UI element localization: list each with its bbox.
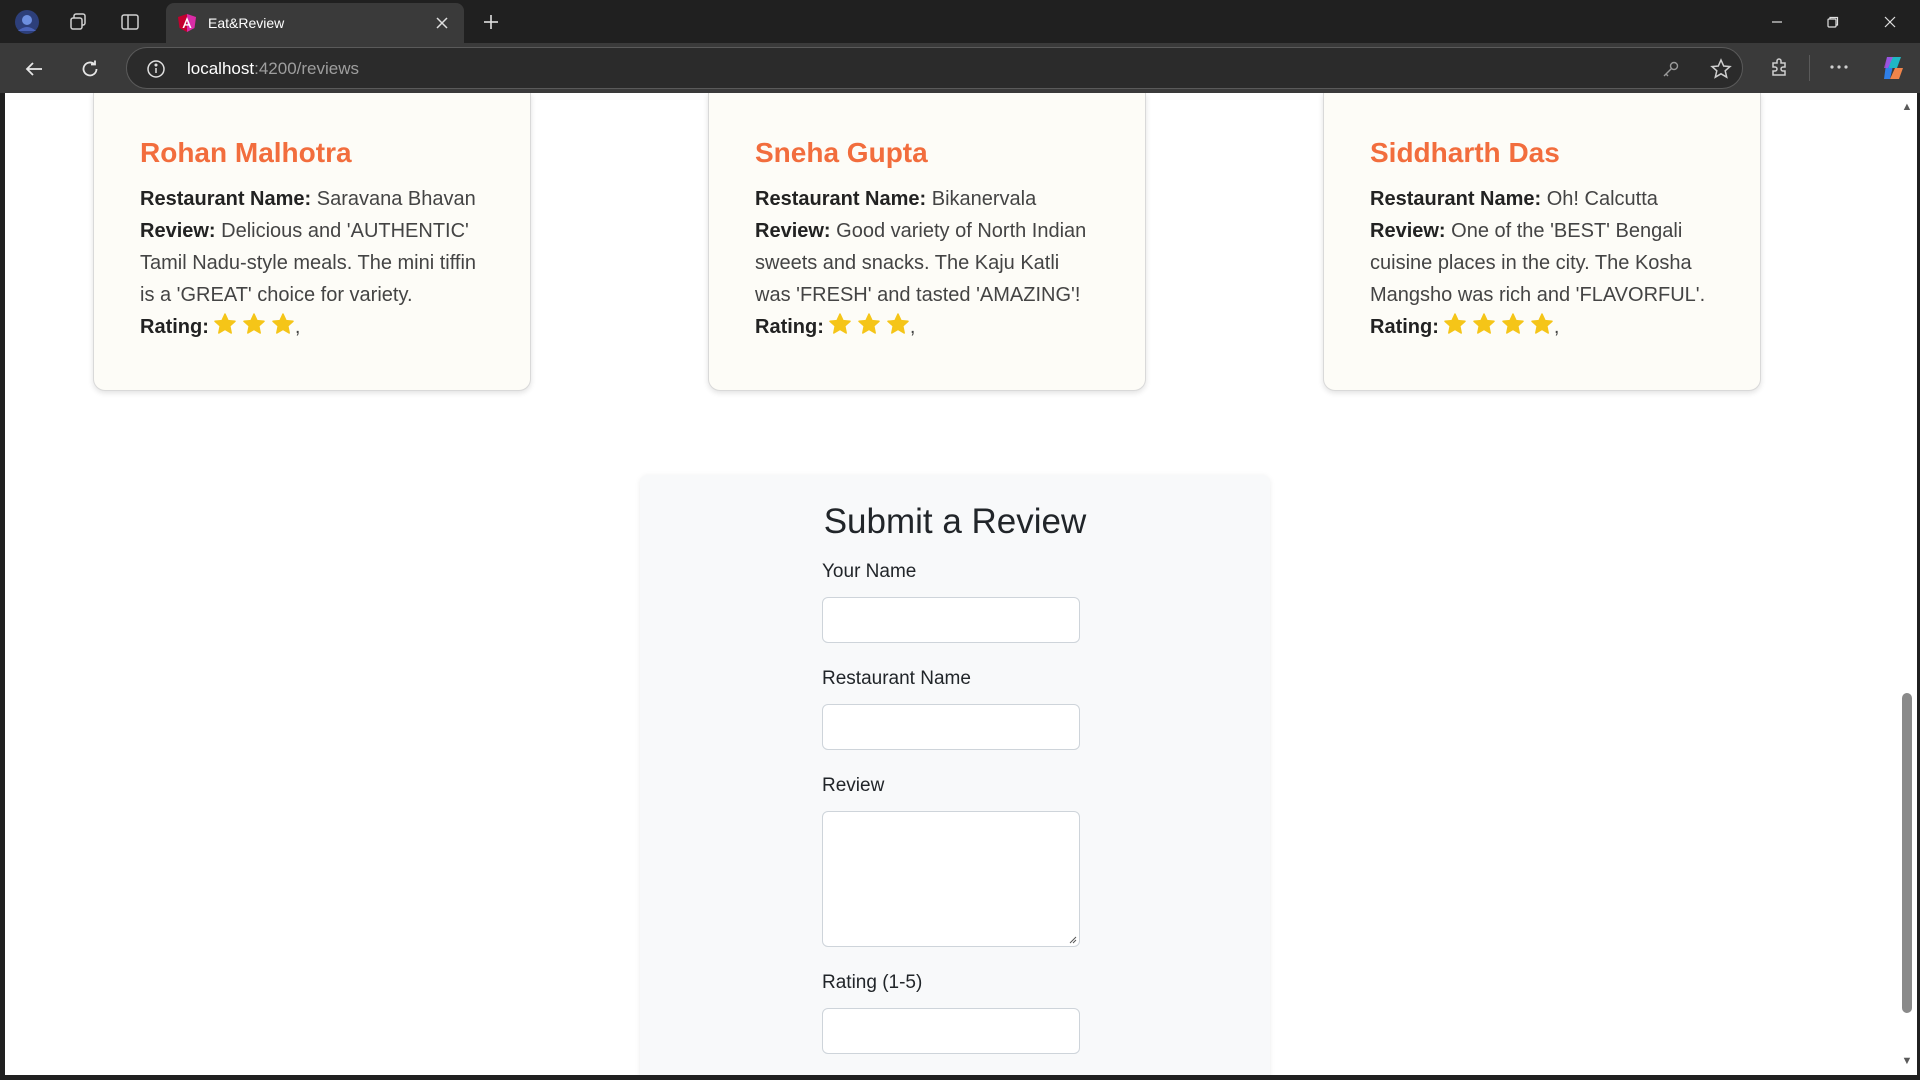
- star-icon: [1473, 313, 1495, 334]
- resize-handle-icon[interactable]: [1067, 934, 1077, 944]
- name-label: Your Name: [822, 561, 917, 582]
- page-viewport: Rohan Malhotra Restaurant Name: Saravana…: [5, 93, 1897, 1075]
- restaurant-value: Saravana Bhavan: [316, 188, 476, 210]
- review-label: Review: [822, 775, 885, 796]
- review-textarea[interactable]: [822, 811, 1080, 947]
- copilot-icon[interactable]: [1879, 54, 1907, 82]
- restaurant-label: Restaurant Name:: [140, 188, 312, 210]
- url-path: :4200/reviews: [254, 59, 359, 78]
- tab-eat-review[interactable]: Eat&Review: [166, 3, 464, 43]
- rating-label: Rating:: [1370, 316, 1439, 338]
- review-label: Review:: [140, 220, 216, 242]
- rating-stars: [213, 312, 295, 336]
- profile-avatar-icon[interactable]: [14, 9, 40, 35]
- reload-icon[interactable]: [74, 53, 106, 85]
- back-arrow-icon[interactable]: [18, 53, 50, 85]
- reviewer-name: Rohan Malhotra: [140, 137, 352, 168]
- rating-line: Rating:,: [755, 311, 1099, 343]
- star-icon: [829, 313, 851, 334]
- restaurant-line: Restaurant Name: Bikanervala: [755, 183, 1099, 215]
- close-tab-icon[interactable]: [432, 13, 452, 33]
- review-line: Review: Delicious and 'AUTHENTIC' Tamil …: [140, 215, 484, 311]
- rating-stars: [828, 312, 910, 336]
- vertical-tabs-icon[interactable]: [117, 9, 143, 35]
- review-line: Review: Good variety of North Indian swe…: [755, 215, 1099, 311]
- extensions-icon[interactable]: [1767, 55, 1791, 79]
- scroll-down-icon[interactable]: ▼: [1901, 1055, 1913, 1067]
- toolbar-separator: [1809, 55, 1810, 81]
- rating-label: Rating (1-5): [822, 972, 923, 993]
- name-input[interactable]: [822, 597, 1080, 643]
- angular-favicon-icon: [176, 12, 198, 34]
- star-icon: [858, 313, 880, 334]
- reviewer-name: Siddharth Das: [1370, 137, 1560, 168]
- rating-label: Rating:: [140, 316, 209, 338]
- star-icon: [1531, 313, 1553, 334]
- restaurant-name-input[interactable]: [822, 704, 1080, 750]
- browser-titlebar: Eat&Review: [0, 0, 1920, 43]
- rating-suffix: ,: [294, 316, 301, 338]
- rating-line: Rating:,: [140, 311, 484, 343]
- review-card: Siddharth Das Restaurant Name: Oh! Calcu…: [1323, 93, 1761, 391]
- review-label: Review:: [1370, 220, 1446, 242]
- rating-suffix: ,: [1553, 316, 1560, 338]
- restaurant-label: Restaurant Name:: [755, 188, 927, 210]
- password-key-icon[interactable]: [1659, 57, 1683, 81]
- restore-icon[interactable]: [1805, 0, 1861, 43]
- new-tab-icon[interactable]: [478, 9, 504, 35]
- rating-stars: [1443, 312, 1554, 336]
- tab-title: Eat&Review: [208, 15, 285, 31]
- star-icon: [887, 313, 909, 334]
- review-form: Submit a Review Your Name Restaurant Nam…: [640, 475, 1270, 1075]
- review-line: Review: One of the 'BEST' Bengali cuisin…: [1370, 215, 1714, 311]
- vertical-scrollbar[interactable]: ▲ ▼: [1897, 93, 1917, 1075]
- restaurant-label: Restaurant Name:: [1370, 188, 1542, 210]
- star-icon: [214, 313, 236, 334]
- site-info-icon[interactable]: [145, 58, 167, 80]
- rating-suffix: ,: [909, 316, 916, 338]
- url-text[interactable]: localhost:4200/reviews: [187, 59, 359, 79]
- review-card: Rohan Malhotra Restaurant Name: Saravana…: [93, 93, 531, 391]
- restaurant-value: Oh! Calcutta: [1546, 188, 1658, 210]
- window-frame-left: [0, 93, 5, 1080]
- scroll-up-icon[interactable]: ▲: [1901, 101, 1913, 113]
- review-label: Review:: [755, 220, 831, 242]
- restaurant-line: Restaurant Name: Oh! Calcutta: [1370, 183, 1714, 215]
- star-icon: [243, 313, 265, 334]
- rating-input[interactable]: [822, 1008, 1080, 1054]
- url-host: localhost: [187, 59, 255, 78]
- restaurant-line: Restaurant Name: Saravana Bhavan: [140, 183, 484, 215]
- reviewer-name: Sneha Gupta: [755, 137, 928, 168]
- restaurant-name-label: Restaurant Name: [822, 668, 971, 689]
- rating-line: Rating:,: [1370, 311, 1714, 343]
- form-title: Submit a Review: [823, 502, 1087, 541]
- star-icon: [1502, 313, 1524, 334]
- minimize-icon[interactable]: [1749, 0, 1805, 43]
- scrollbar-thumb[interactable]: [1902, 693, 1912, 1013]
- address-bar[interactable]: localhost:4200/reviews: [126, 47, 1743, 89]
- favorite-star-icon[interactable]: [1709, 57, 1733, 81]
- window-frame-bottom: [0, 1075, 1920, 1080]
- restaurant-value: Bikanervala: [931, 188, 1037, 210]
- rating-label: Rating:: [755, 316, 824, 338]
- workspaces-icon[interactable]: [65, 9, 91, 35]
- review-card: Sneha Gupta Restaurant Name: Bikanervala…: [708, 93, 1146, 391]
- star-icon: [272, 313, 294, 334]
- star-icon: [1444, 313, 1466, 334]
- more-options-icon[interactable]: [1827, 55, 1851, 79]
- close-window-icon[interactable]: [1862, 0, 1918, 43]
